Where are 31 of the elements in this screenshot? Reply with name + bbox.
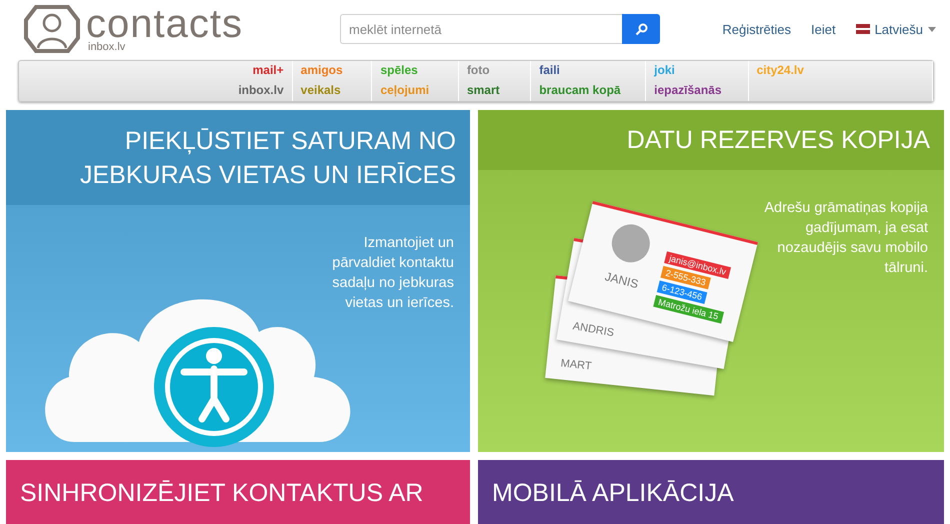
header-link[interactable]: Ieiet — [811, 22, 836, 36]
flag-icon — [856, 24, 870, 34]
card-name: JANIS — [603, 269, 640, 292]
service-link[interactable]: inbox.lv — [238, 81, 284, 101]
service-link[interactable]: foto — [466, 61, 490, 81]
logo-subtitle: inbox.lv — [88, 42, 126, 52]
panel-description: Adrešu grāmatiņas kopija gadījumam, ja esat nozaudējis savu mobilo tālruni. — [763, 199, 928, 278]
logo-person-icon — [24, 4, 80, 54]
card-name: MART — [560, 357, 592, 373]
caret-icon — [928, 26, 936, 32]
search-field[interactable]: meklēt internetā — [340, 14, 622, 44]
language-selector[interactable]: Latviešu — [856, 22, 936, 36]
logo-wordmark: contacts — [86, 6, 243, 42]
service-link[interactable]: spēles — [380, 61, 418, 81]
panel-title: PIEKĻŪSTIET SATURAM NO JEBKURAS VIETAS UN IERĪCES — [78, 126, 456, 190]
panel-title: DATU REZERVES KOPIJA — [626, 125, 930, 156]
panel-title: SINHRONIZĒJIET KONTAKTUS AR — [20, 478, 424, 509]
service-link[interactable]: faili — [539, 61, 560, 81]
card-name: ANDRIS — [572, 320, 615, 340]
service-link[interactable]: joki — [654, 61, 675, 81]
service-link[interactable]: iepazīšanās — [654, 81, 722, 101]
search-icon — [634, 22, 648, 36]
service-link[interactable]: smart — [466, 81, 500, 101]
header-link[interactable]: Reģistrēties — [722, 22, 791, 36]
service-link[interactable]: braucam kopā — [539, 81, 621, 101]
search-button[interactable] — [622, 14, 660, 44]
panel-title: MOBILĀ APLIKĀCIJA — [492, 478, 735, 509]
panel-description: Izmantojiet un pārvaldiet kontaktu sadaļu no jebkuras vietas un ierīces. — [331, 234, 454, 313]
service-link[interactable]: veikals — [300, 81, 341, 101]
service-link[interactable]: mail+ — [252, 61, 284, 81]
service-link[interactable]: amigos — [300, 61, 343, 81]
